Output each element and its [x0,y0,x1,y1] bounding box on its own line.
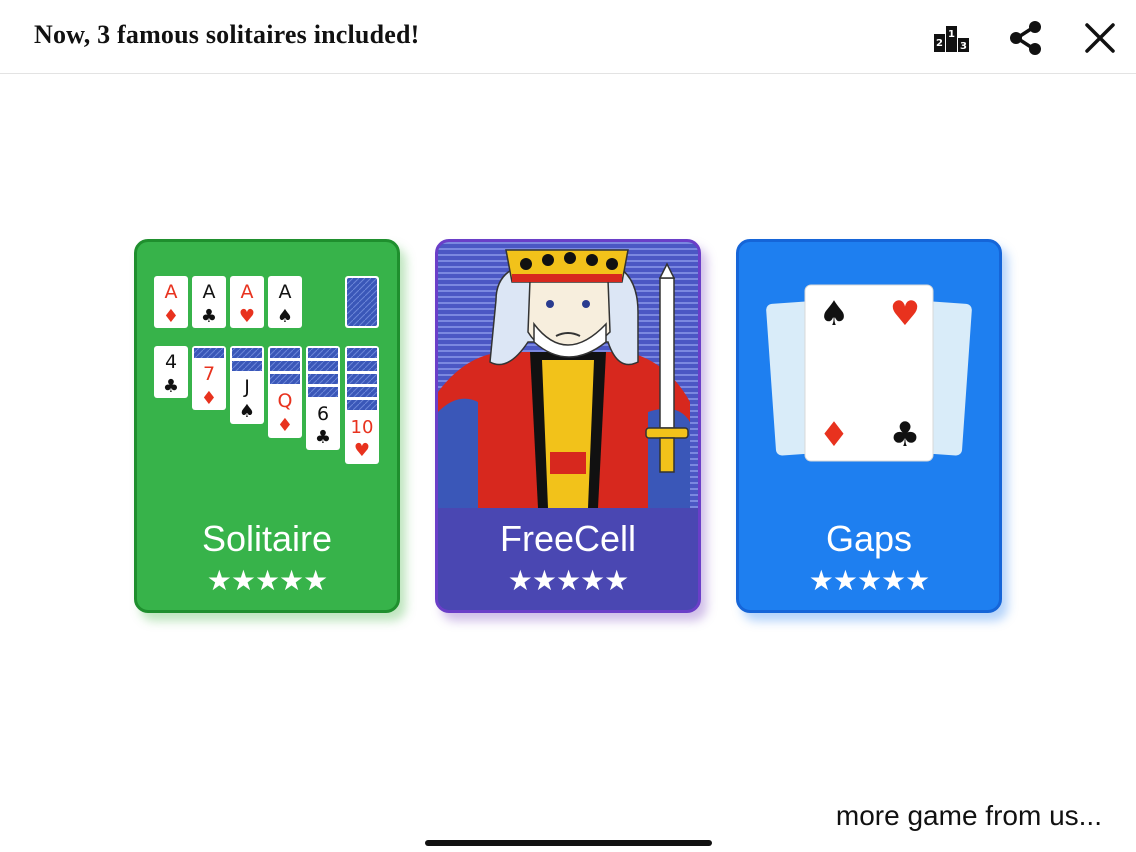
tableau-card-label: 6 [317,403,329,425]
tableau-card-label: Q [278,390,293,412]
ranking-icon: 2 1 3 [934,26,969,52]
foundation-card-label: A [165,281,178,303]
tableau-card-label: 4 [165,351,177,373]
svg-text:♦: ♦ [163,306,179,327]
foundation-card-label: A [203,281,216,303]
rating-stars: ★★★★★ [808,564,931,597]
tableau-card-label: 10 [351,417,374,438]
svg-text:♦: ♦ [201,388,217,409]
svg-text:♦: ♦ [819,415,849,455]
svg-text:♣: ♣ [163,376,179,397]
home-indicator [425,840,712,846]
game-title: Solitaire [201,518,333,559]
foundation-card-label: A [241,281,254,303]
svg-text:♠: ♠ [819,294,849,334]
game-card-solitaire[interactable]: A ♦ A ♣ A ♥ A ♠ 4 ♣ 7 ♦ J ♠ Q ♦ 6 ♣ 10 ♥… [134,239,400,613]
game-title: Gaps [825,518,913,559]
close-icon [1085,23,1115,53]
ranking-button[interactable]: 2 1 3 [932,18,972,58]
svg-text:♣: ♣ [201,306,217,327]
solitaire-artwork: A ♦ A ♣ A ♥ A ♠ 4 ♣ 7 ♦ J ♠ Q ♦ 6 ♣ 10 ♥ [154,276,379,464]
svg-text:♥: ♥ [890,294,920,334]
svg-text:♠: ♠ [239,401,255,422]
page-title: Now, 3 famous solitaires included! [34,20,420,49]
rating-stars: ★★★★★ [507,564,630,597]
svg-text:♠: ♠ [277,306,293,327]
gaps-artwork: ♠ ♥ ♦ ♣ [766,284,972,462]
more-games-link[interactable]: more game from us... [836,800,1102,832]
close-button[interactable] [1080,18,1120,58]
share-icon [1010,21,1041,55]
svg-text:♥: ♥ [239,306,255,327]
share-button[interactable] [1006,18,1046,58]
tableau-card-label: 7 [203,363,215,385]
game-card-gaps[interactable]: ♠ ♥ ♦ ♣ Gaps ★★★★★ [736,239,1002,613]
foundation-card-label: A [279,281,292,303]
svg-text:♣: ♣ [890,415,920,455]
svg-text:3: 3 [960,41,967,52]
game-card-freecell[interactable]: FreeCell ★★★★★ [435,239,701,613]
svg-text:2: 2 [936,38,943,49]
game-title: FreeCell [499,518,637,559]
svg-text:♣: ♣ [315,427,331,448]
top-bar: Now, 3 famous solitaires included! 2 1 3 [0,0,1136,74]
svg-text:♦: ♦ [277,415,293,436]
king-artwork [438,242,698,508]
rating-stars: ★★★★★ [206,564,329,597]
svg-text:1: 1 [948,29,955,40]
svg-text:♥: ♥ [354,440,370,461]
tableau-card-label: J [243,376,250,398]
